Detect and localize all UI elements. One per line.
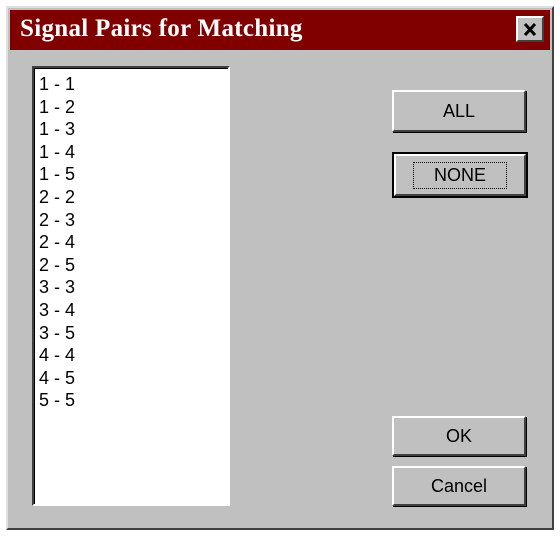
all-button-label: ALL: [442, 100, 476, 121]
cancel-button[interactable]: Cancel: [392, 466, 526, 506]
list-item[interactable]: 3 - 5: [39, 322, 228, 345]
list-item[interactable]: 1 - 1: [39, 73, 228, 96]
none-button[interactable]: NONE: [392, 152, 528, 198]
title-bar[interactable]: Signal Pairs for Matching: [10, 10, 550, 50]
list-item[interactable]: 1 - 5: [39, 163, 228, 186]
list-item[interactable]: 2 - 4: [39, 231, 228, 254]
list-item[interactable]: 4 - 5: [39, 367, 228, 390]
window-title: Signal Pairs for Matching: [20, 15, 303, 42]
list-item[interactable]: 3 - 3: [39, 276, 228, 299]
ok-button-label: OK: [445, 425, 472, 446]
ok-button[interactable]: OK: [392, 416, 526, 456]
cancel-button-label: Cancel: [430, 475, 488, 496]
all-button[interactable]: ALL: [392, 90, 526, 132]
signal-pairs-dialog: Signal Pairs for Matching 1 - 11 - 21 - …: [6, 6, 554, 530]
close-button[interactable]: [516, 16, 544, 42]
list-item[interactable]: 2 - 5: [39, 254, 228, 277]
list-item[interactable]: 4 - 4: [39, 344, 228, 367]
list-item[interactable]: 2 - 2: [39, 186, 228, 209]
signal-pairs-listbox[interactable]: 1 - 11 - 21 - 31 - 41 - 52 - 22 - 32 - 4…: [32, 66, 230, 506]
list-item[interactable]: 5 - 5: [39, 389, 228, 412]
list-item[interactable]: 1 - 2: [39, 96, 228, 119]
list-item[interactable]: 3 - 4: [39, 299, 228, 322]
list-item[interactable]: 1 - 4: [39, 141, 228, 164]
none-button-label: NONE: [412, 161, 507, 189]
list-item[interactable]: 2 - 3: [39, 209, 228, 232]
close-x-icon: [523, 22, 537, 36]
list-item[interactable]: 1 - 3: [39, 118, 228, 141]
